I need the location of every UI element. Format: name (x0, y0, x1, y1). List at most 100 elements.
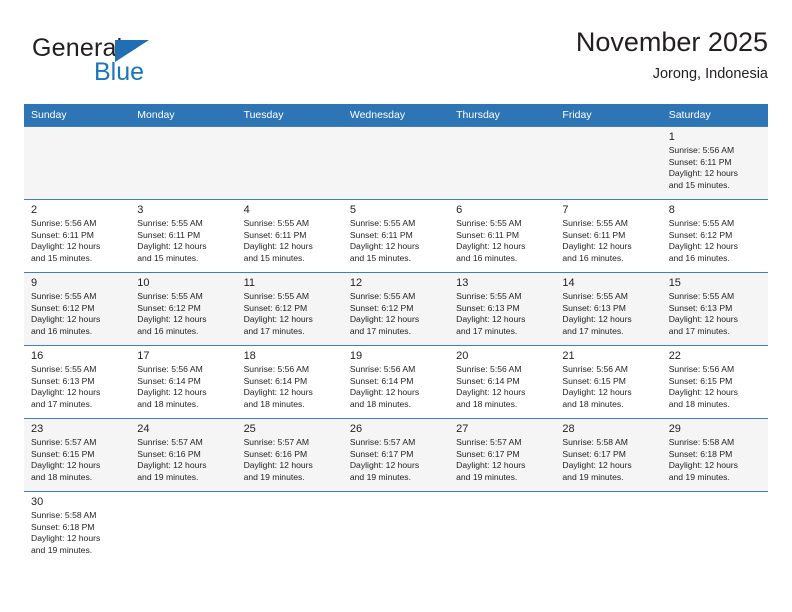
day-sun-details: Sunrise: 5:55 AM Sunset: 6:12 PM Dayligh… (243, 291, 313, 336)
day-cell-content: 25 Sunrise: 5:57 AM Sunset: 6:16 PM Dayli… (237, 420, 343, 489)
day-number: 21 (562, 350, 575, 362)
day-cell-content: 12 Sunrise: 5:55 AM Sunset: 6:12 PM Dayli… (343, 274, 449, 343)
calendar-day-cell[interactable]: 30 Sunrise: 5:58 AM Sunset: 6:18 PM Dayli… (24, 491, 131, 564)
day-number: 1 (668, 131, 675, 143)
day-sun-details: Sunrise: 5:55 AM Sunset: 6:13 PM Dayligh… (456, 291, 526, 336)
calendar-day-cell[interactable]: 26 Sunrise: 5:57 AM Sunset: 6:17 PM Dayli… (342, 418, 450, 492)
calendar-week-row: 23 Sunrise: 5:57 AM Sunset: 6:15 PM Dayli… (24, 418, 768, 492)
calendar-day-cell[interactable]: 10 Sunrise: 5:55 AM Sunset: 6:12 PM Dayli… (130, 272, 237, 346)
calendar-day-cell[interactable]: 6 Sunrise: 5:55 AM Sunset: 6:11 PM Daylig… (449, 199, 556, 273)
day-number: 16 (31, 350, 44, 362)
calendar-day-cell[interactable]: 12 Sunrise: 5:55 AM Sunset: 6:12 PM Dayli… (342, 272, 450, 346)
day-cell-content: 30 Sunrise: 5:58 AM Sunset: 6:18 PM Dayli… (24, 492, 130, 561)
calendar-day-cell[interactable]: 9 Sunrise: 5:55 AM Sunset: 6:12 PM Daylig… (24, 272, 131, 346)
calendar-day-cell[interactable]: 15 Sunrise: 5:55 AM Sunset: 6:13 PM Dayli… (661, 272, 768, 346)
day-number: 5 (349, 204, 356, 216)
calendar-day-cell[interactable]: 1 Sunrise: 5:56 AM Sunset: 6:11 PM Daylig… (661, 126, 768, 200)
day-number: 14 (562, 277, 575, 289)
weekday-header-wednesday: Wednesday (342, 104, 450, 127)
day-sun-details: Sunrise: 5:55 AM Sunset: 6:11 PM Dayligh… (562, 218, 632, 263)
day-sun-details: Sunrise: 5:56 AM Sunset: 6:11 PM Dayligh… (31, 218, 101, 263)
day-cell-content: 24 Sunrise: 5:57 AM Sunset: 6:16 PM Dayli… (130, 420, 236, 489)
calendar-week-row: 2 Sunrise: 5:56 AM Sunset: 6:11 PM Daylig… (24, 199, 768, 273)
calendar-day-cell[interactable]: 22 Sunrise: 5:56 AM Sunset: 6:15 PM Dayli… (661, 345, 768, 419)
calendar-day-cell[interactable]: 19 Sunrise: 5:56 AM Sunset: 6:14 PM Dayli… (342, 345, 450, 419)
day-cell-content: 20 Sunrise: 5:56 AM Sunset: 6:14 PM Dayli… (449, 347, 555, 416)
day-number: 22 (668, 350, 681, 362)
day-sun-details: Sunrise: 5:57 AM Sunset: 6:15 PM Dayligh… (31, 437, 101, 482)
day-sun-details: Sunrise: 5:57 AM Sunset: 6:17 PM Dayligh… (456, 437, 526, 482)
calendar-day-cell[interactable]: 16 Sunrise: 5:55 AM Sunset: 6:13 PM Dayli… (24, 345, 131, 419)
calendar-day-cell[interactable]: 29 Sunrise: 5:58 AM Sunset: 6:18 PM Dayli… (661, 418, 768, 492)
calendar-page: General Blue November 2025 Jorong, Indon… (0, 0, 792, 612)
day-number: 28 (562, 423, 575, 435)
calendar-day-cell[interactable]: 8 Sunrise: 5:55 AM Sunset: 6:12 PM Daylig… (661, 199, 768, 273)
day-cell-content: 10 Sunrise: 5:55 AM Sunset: 6:12 PM Dayli… (130, 274, 236, 343)
day-sun-details: Sunrise: 5:55 AM Sunset: 6:12 PM Dayligh… (137, 291, 207, 336)
day-cell-content: 11 Sunrise: 5:55 AM Sunset: 6:12 PM Dayli… (237, 274, 343, 343)
calendar-empty-cell (130, 126, 237, 200)
day-number: 26 (349, 423, 363, 435)
calendar-day-cell[interactable]: 2 Sunrise: 5:56 AM Sunset: 6:11 PM Daylig… (24, 199, 131, 273)
calendar-day-cell[interactable]: 14 Sunrise: 5:55 AM Sunset: 6:13 PM Dayli… (555, 272, 662, 346)
calendar-day-cell[interactable]: 25 Sunrise: 5:57 AM Sunset: 6:16 PM Dayli… (236, 418, 343, 492)
day-sun-details: Sunrise: 5:55 AM Sunset: 6:11 PM Dayligh… (243, 218, 313, 263)
day-cell-content: 1 Sunrise: 5:56 AM Sunset: 6:11 PM Daylig… (662, 128, 768, 197)
day-number: 27 (456, 423, 469, 435)
day-number: 29 (668, 423, 681, 435)
calendar-empty-cell (342, 126, 450, 200)
day-sun-details: Sunrise: 5:55 AM Sunset: 6:12 PM Dayligh… (349, 291, 420, 336)
day-cell-content: 9 Sunrise: 5:55 AM Sunset: 6:12 PM Daylig… (24, 274, 130, 343)
day-number: 17 (137, 350, 150, 362)
title-block: November 2025 Jorong, Indonesia (576, 26, 768, 85)
weekday-header-saturday: Saturday (661, 104, 768, 127)
day-cell-content: 7 Sunrise: 5:55 AM Sunset: 6:11 PM Daylig… (555, 201, 661, 270)
calendar-empty-cell (555, 126, 662, 200)
calendar-day-cell[interactable]: 11 Sunrise: 5:55 AM Sunset: 6:12 PM Dayli… (236, 272, 343, 346)
day-cell-content: 19 Sunrise: 5:56 AM Sunset: 6:14 PM Dayli… (343, 347, 449, 416)
calendar-day-cell[interactable]: 27 Sunrise: 5:57 AM Sunset: 6:17 PM Dayli… (449, 418, 556, 492)
day-cell-content: 6 Sunrise: 5:55 AM Sunset: 6:11 PM Daylig… (449, 201, 555, 270)
day-sun-details: Sunrise: 5:56 AM Sunset: 6:15 PM Dayligh… (562, 364, 632, 409)
calendar-day-cell[interactable]: 5 Sunrise: 5:55 AM Sunset: 6:11 PM Daylig… (342, 199, 450, 273)
calendar-day-cell[interactable]: 20 Sunrise: 5:56 AM Sunset: 6:14 PM Dayli… (449, 345, 556, 419)
day-number: 23 (31, 423, 44, 435)
calendar-day-cell[interactable]: 21 Sunrise: 5:56 AM Sunset: 6:15 PM Dayli… (555, 345, 662, 419)
calendar-day-cell[interactable]: 24 Sunrise: 5:57 AM Sunset: 6:16 PM Dayli… (130, 418, 237, 492)
day-sun-details: Sunrise: 5:58 AM Sunset: 6:18 PM Dayligh… (668, 437, 738, 482)
calendar-day-cell[interactable]: 4 Sunrise: 5:55 AM Sunset: 6:11 PM Daylig… (236, 199, 343, 273)
day-number: 7 (562, 204, 569, 216)
calendar-empty-cell (236, 491, 343, 564)
weekday-header-monday: Monday (130, 104, 237, 127)
calendar-empty-cell (555, 491, 662, 564)
day-number: 12 (349, 277, 363, 289)
day-number: 13 (456, 277, 469, 289)
day-number: 11 (243, 277, 255, 289)
day-sun-details: Sunrise: 5:55 AM Sunset: 6:12 PM Dayligh… (31, 291, 101, 336)
day-number: 10 (137, 277, 150, 289)
general-blue-logo[interactable]: General Blue (32, 34, 212, 90)
calendar-day-cell[interactable]: 17 Sunrise: 5:56 AM Sunset: 6:14 PM Dayli… (130, 345, 237, 419)
day-cell-content: 29 Sunrise: 5:58 AM Sunset: 6:18 PM Dayli… (662, 420, 768, 489)
weekday-header-thursday: Thursday (449, 104, 556, 127)
day-number: 18 (243, 350, 256, 362)
calendar-day-cell[interactable]: 7 Sunrise: 5:55 AM Sunset: 6:11 PM Daylig… (555, 199, 662, 273)
calendar-empty-cell (130, 491, 237, 564)
day-sun-details: Sunrise: 5:55 AM Sunset: 6:12 PM Dayligh… (668, 218, 738, 263)
day-number: 8 (668, 204, 675, 216)
day-sun-details: Sunrise: 5:58 AM Sunset: 6:18 PM Dayligh… (31, 510, 101, 555)
day-sun-details: Sunrise: 5:56 AM Sunset: 6:11 PM Dayligh… (668, 145, 738, 190)
calendar-day-cell[interactable]: 28 Sunrise: 5:58 AM Sunset: 6:17 PM Dayli… (555, 418, 662, 492)
calendar-day-cell[interactable]: 3 Sunrise: 5:55 AM Sunset: 6:11 PM Daylig… (130, 199, 237, 273)
calendar-day-cell[interactable]: 13 Sunrise: 5:55 AM Sunset: 6:13 PM Dayli… (449, 272, 556, 346)
day-sun-details: Sunrise: 5:56 AM Sunset: 6:14 PM Dayligh… (456, 364, 526, 409)
day-cell-content: 17 Sunrise: 5:56 AM Sunset: 6:14 PM Dayli… (130, 347, 236, 416)
day-cell-content: 18 Sunrise: 5:56 AM Sunset: 6:14 PM Dayli… (237, 347, 343, 416)
day-sun-details: Sunrise: 5:55 AM Sunset: 6:13 PM Dayligh… (31, 364, 101, 409)
calendar-day-cell[interactable]: 18 Sunrise: 5:56 AM Sunset: 6:14 PM Dayli… (236, 345, 343, 419)
day-sun-details: Sunrise: 5:58 AM Sunset: 6:17 PM Dayligh… (562, 437, 632, 482)
day-sun-details: Sunrise: 5:55 AM Sunset: 6:13 PM Dayligh… (668, 291, 738, 336)
calendar-day-cell[interactable]: 23 Sunrise: 5:57 AM Sunset: 6:15 PM Dayli… (24, 418, 131, 492)
calendar-empty-cell (24, 126, 131, 200)
page-header: General Blue November 2025 Jorong, Indon… (24, 26, 768, 100)
